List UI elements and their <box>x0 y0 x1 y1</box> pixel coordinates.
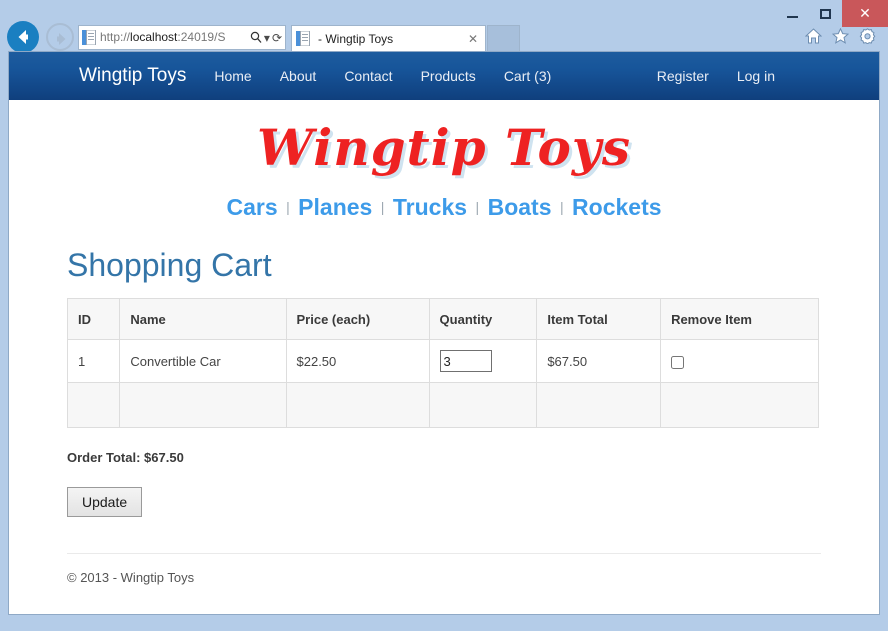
category-separator: | <box>286 199 290 215</box>
refresh-icon[interactable]: ⟳ <box>272 32 282 44</box>
browser-window: ✕ http://localhost:24019/S ▾ ⟳ - Wingtip… <box>0 0 888 631</box>
minimize-button[interactable] <box>776 0 809 27</box>
page-viewport: Wingtip Toys Home About Contact Products… <box>8 51 880 615</box>
column-header-remove-item: Remove Item <box>660 298 819 340</box>
footer-copyright: © 2013 - Wingtip Toys <box>67 570 195 585</box>
gear-icon[interactable] <box>859 28 876 44</box>
new-tab-button[interactable] <box>487 25 520 51</box>
nav-item-login[interactable]: Log in <box>737 68 775 84</box>
tab-close-icon[interactable]: ✕ <box>465 32 481 46</box>
page-icon <box>82 30 96 45</box>
order-total-label: Order Total: $67.50 <box>67 450 184 465</box>
footer-cell-id <box>66 382 121 428</box>
maximize-icon <box>820 8 831 19</box>
chevron-down-icon[interactable]: ▾ <box>264 32 270 44</box>
cell-name: Convertible Car <box>119 339 287 383</box>
page-title: Shopping Cart <box>67 247 272 283</box>
table-head: ID Name Price (each) Quantity Item Total… <box>66 298 819 340</box>
logo-container: Wingtip Toys <box>9 100 879 177</box>
column-header-quantity: Quantity <box>428 298 538 340</box>
cell-price: $22.50 <box>285 339 430 383</box>
nav-item-products[interactable]: Products <box>421 68 476 84</box>
site-navbar: Wingtip Toys Home About Contact Products… <box>9 52 879 100</box>
table-foot <box>66 382 819 428</box>
close-icon: ✕ <box>859 5 871 21</box>
table-row: 1 Convertible Car $22.50 $67.50 <box>66 339 819 383</box>
forward-arrow-icon <box>57 33 66 45</box>
cell-remove <box>660 339 819 383</box>
category-link-trucks[interactable]: Trucks <box>393 194 467 220</box>
category-link-rockets[interactable]: Rockets <box>572 194 661 220</box>
forward-button[interactable] <box>46 23 75 51</box>
nav-item-cart[interactable]: Cart (3) <box>504 68 551 84</box>
window-controls: ✕ <box>776 0 888 27</box>
footer-cell-name <box>119 382 287 428</box>
footer-cell-remove <box>660 382 819 428</box>
cell-id: 1 <box>66 339 121 383</box>
category-separator: | <box>380 199 385 215</box>
star-icon[interactable] <box>832 28 849 44</box>
magnifier-glyph <box>250 31 262 43</box>
close-button[interactable]: ✕ <box>842 0 888 27</box>
category-links: Cars | Planes | Trucks | Boats | Rockets <box>9 174 879 221</box>
back-button[interactable] <box>7 21 39 53</box>
home-glyph <box>805 28 822 44</box>
page-body: Shopping Cart ID Name Price (each) Quant… <box>9 247 879 585</box>
gear-glyph <box>859 28 876 44</box>
column-header-price: Price (each) <box>285 298 430 340</box>
table-header-row: ID Name Price (each) Quantity Item Total… <box>66 298 819 340</box>
browser-tab[interactable]: - Wingtip Toys ✕ <box>291 25 486 51</box>
table-body: 1 Convertible Car $22.50 $67.50 <box>66 339 819 383</box>
footer-divider <box>67 553 821 554</box>
url-prefix: http:// <box>100 30 131 44</box>
page-content: Wingtip Toys Cars | Planes | Trucks | Bo… <box>9 100 879 585</box>
tab-page-icon <box>296 31 310 46</box>
chrome-toolbar-icons <box>805 28 876 44</box>
column-header-name: Name <box>119 298 287 340</box>
column-header-item-total: Item Total <box>536 298 662 340</box>
tab-title: - Wingtip Toys <box>318 31 394 46</box>
home-icon[interactable] <box>805 28 822 44</box>
url-text: http://localhost:24019/S <box>100 30 248 45</box>
site-nav-links: Home About Contact Products Cart (3) <box>214 68 551 84</box>
footer-cell-item-total <box>536 382 662 428</box>
category-link-planes[interactable]: Planes <box>298 194 372 220</box>
search-icon[interactable] <box>250 31 262 45</box>
nav-item-about[interactable]: About <box>280 68 317 84</box>
maximize-button[interactable] <box>809 0 842 27</box>
quantity-input[interactable] <box>439 350 492 372</box>
nav-item-home[interactable]: Home <box>214 68 251 84</box>
category-separator: | <box>475 199 480 215</box>
footer-cell-quantity <box>428 382 538 428</box>
url-host: localhost <box>130 30 178 44</box>
back-arrow-icon <box>18 30 28 44</box>
update-button[interactable]: Update <box>67 487 143 517</box>
address-bar[interactable]: http://localhost:24019/S ▾ ⟳ <box>78 25 286 50</box>
nav-item-contact[interactable]: Contact <box>344 68 392 84</box>
column-header-id: ID <box>66 298 121 340</box>
site-logo: Wingtip Toys <box>256 118 632 177</box>
star-glyph <box>832 28 849 44</box>
category-separator: | <box>559 199 564 215</box>
cell-item-total: $67.50 <box>536 339 662 383</box>
site-nav-account-links: Register Log in <box>657 68 775 84</box>
navigation-buttons <box>7 21 75 53</box>
footer-cell-price <box>285 382 430 428</box>
category-link-boats[interactable]: Boats <box>488 194 552 220</box>
cell-quantity <box>428 339 538 383</box>
shopping-cart-table: ID Name Price (each) Quantity Item Total… <box>66 298 819 428</box>
site-brand[interactable]: Wingtip Toys <box>79 65 186 87</box>
table-footer-row <box>66 382 819 428</box>
nav-item-register[interactable]: Register <box>657 68 709 84</box>
url-rest: :24019/S <box>177 30 226 44</box>
remove-item-checkbox[interactable] <box>671 355 685 369</box>
category-link-cars[interactable]: Cars <box>226 194 277 220</box>
minimize-icon <box>787 16 798 18</box>
